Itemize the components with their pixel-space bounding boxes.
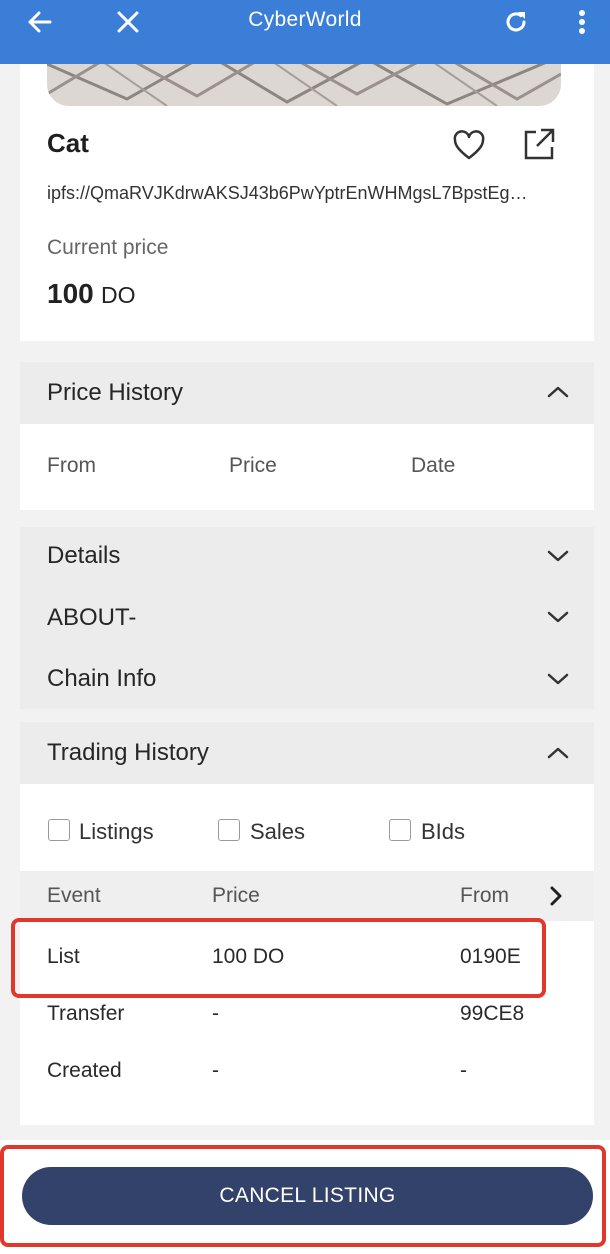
refresh-icon[interactable] xyxy=(494,0,538,44)
price-currency: DO xyxy=(100,282,136,308)
listings-checkbox[interactable] xyxy=(48,819,70,841)
price-history-col-from: From xyxy=(47,454,96,477)
more-vert-icon[interactable] xyxy=(560,0,604,44)
chevron-down-icon[interactable] xyxy=(546,544,570,568)
bids-checkbox[interactable] xyxy=(389,819,411,841)
trading-history-label: Trading History xyxy=(47,739,209,766)
chevron-down-icon[interactable] xyxy=(546,605,570,629)
sales-checkbox[interactable] xyxy=(218,819,240,841)
chevron-down-icon[interactable] xyxy=(546,667,570,691)
row2-event: Transfer xyxy=(47,1002,125,1025)
current-price-value: 100 DO xyxy=(47,278,135,310)
col-from: From xyxy=(460,884,509,907)
chevron-right-icon[interactable] xyxy=(546,884,566,908)
row3-from: - xyxy=(460,1059,467,1082)
current-price-label: Current price xyxy=(47,236,169,259)
price-history-body xyxy=(20,424,594,510)
favorite-heart-icon[interactable] xyxy=(451,128,487,164)
chain-info-label[interactable]: Chain Info xyxy=(47,665,156,693)
row2-from[interactable]: 99CE8 xyxy=(460,1002,524,1026)
cancel-listing-button[interactable]: CANCEL LISTING xyxy=(22,1167,593,1225)
col-event: Event xyxy=(47,884,101,907)
top-app-bar: CyberWorld xyxy=(0,0,610,64)
price-history-col-date: Date xyxy=(411,454,456,477)
details-label[interactable]: Details xyxy=(47,542,120,570)
price-history-col-price: Price xyxy=(229,454,277,477)
share-external-icon[interactable] xyxy=(521,126,557,162)
row1-event: List xyxy=(47,945,80,968)
chevron-up-icon[interactable] xyxy=(546,380,570,404)
about-label[interactable]: ABOUT- xyxy=(47,604,136,632)
price-number: 100 xyxy=(47,278,94,309)
row3-event: Created xyxy=(47,1059,122,1082)
price-history-label: Price History xyxy=(47,379,184,406)
nft-title: Cat xyxy=(47,128,89,158)
bids-filter-label: BIds xyxy=(421,819,466,844)
row2-price: - xyxy=(212,1002,219,1025)
row3-price: - xyxy=(212,1059,219,1082)
ipfs-link[interactable]: ipfs://QmaRVJKdrwAKSJ43b6PwYptrEnWHMgsL7… xyxy=(47,183,563,204)
row1-price: 100 DO xyxy=(212,945,285,968)
chevron-up-icon[interactable] xyxy=(546,741,570,765)
listings-filter-label: Listings xyxy=(79,819,154,844)
row1-from[interactable]: 0190E xyxy=(460,945,521,969)
sales-filter-label: Sales xyxy=(250,819,306,844)
col-price: Price xyxy=(212,884,260,907)
